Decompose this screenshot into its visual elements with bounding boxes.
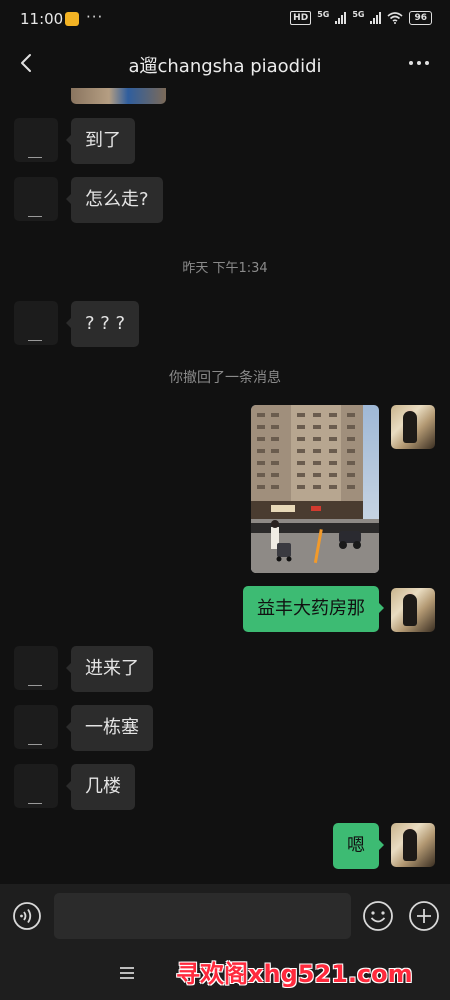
more-horizontal-icon — [409, 61, 429, 65]
street-photo — [251, 405, 379, 573]
input-bar — [0, 884, 450, 948]
chat-header: a遛changsha piaodidi — [0, 42, 450, 88]
image-message[interactable] — [251, 405, 379, 573]
avatar-figure — [403, 829, 417, 861]
status-time: 11:00 — [20, 10, 64, 28]
incoming-message[interactable]: 进来了 — [66, 646, 153, 692]
network-type-2: 5G — [352, 10, 365, 19]
menu-icon — [120, 967, 134, 979]
image-message-partial[interactable] — [71, 88, 166, 104]
more-functions-button[interactable] — [408, 900, 440, 932]
more-options-button[interactable] — [404, 48, 434, 78]
message-input[interactable] — [54, 893, 351, 939]
my-avatar[interactable] — [391, 405, 435, 449]
avatar-figure — [403, 594, 417, 626]
battery-icon: 96 — [409, 11, 432, 25]
network-type-1: 5G — [317, 10, 330, 19]
plus-circle-icon — [409, 901, 439, 931]
chat-title: a遛changsha piaodidi — [128, 56, 322, 77]
contact-avatar[interactable] — [14, 118, 58, 162]
incoming-message[interactable]: 一栋塞 — [66, 705, 153, 751]
emoji-button[interactable] — [362, 900, 394, 932]
incoming-message[interactable]: 到了 — [66, 118, 135, 164]
contact-avatar[interactable] — [14, 177, 58, 221]
contact-avatar[interactable] — [14, 646, 58, 690]
status-bar: 11:00 ··· HD 5G 5G 96 — [0, 0, 450, 40]
voice-icon — [13, 902, 41, 930]
incoming-message[interactable]: 几楼 — [66, 764, 135, 810]
signal-icon-1 — [335, 12, 347, 24]
menu-key-button[interactable] — [114, 960, 140, 986]
incoming-message[interactable]: 怎么走? — [66, 177, 163, 223]
avatar-figure — [403, 411, 417, 443]
site-watermark: 寻欢阁xhg521.com — [176, 960, 413, 988]
my-avatar[interactable] — [391, 823, 435, 867]
contact-avatar[interactable] — [14, 301, 58, 345]
message-list[interactable]: 到了 怎么走? 昨天 下午1:34 ? ? ? 你撤回了一条消息 益丰大药房那 … — [0, 88, 450, 884]
my-avatar[interactable] — [391, 588, 435, 632]
voice-input-button[interactable] — [12, 901, 42, 931]
contact-avatar[interactable] — [14, 764, 58, 808]
signal-icon-2 — [370, 12, 382, 24]
outgoing-message[interactable]: 嗯 — [333, 823, 384, 869]
wifi-icon — [387, 12, 403, 24]
hd-voice-icon: HD — [290, 11, 312, 25]
message-timestamp: 昨天 下午1:34 — [182, 261, 268, 276]
outgoing-message[interactable]: 益丰大药房那 — [243, 586, 384, 632]
system-nav-bar: 寻欢阁xhg521.com — [0, 948, 450, 1000]
emoji-icon — [363, 901, 393, 931]
more-notifications-icon: ··· — [86, 8, 104, 26]
incoming-message[interactable]: ? ? ? — [65, 301, 140, 347]
status-indicators: HD 5G 5G 96 — [290, 11, 432, 25]
recall-notice: 你撤回了一条消息 — [169, 370, 281, 386]
contact-avatar[interactable] — [14, 705, 58, 749]
notification-app-icon — [65, 12, 79, 26]
